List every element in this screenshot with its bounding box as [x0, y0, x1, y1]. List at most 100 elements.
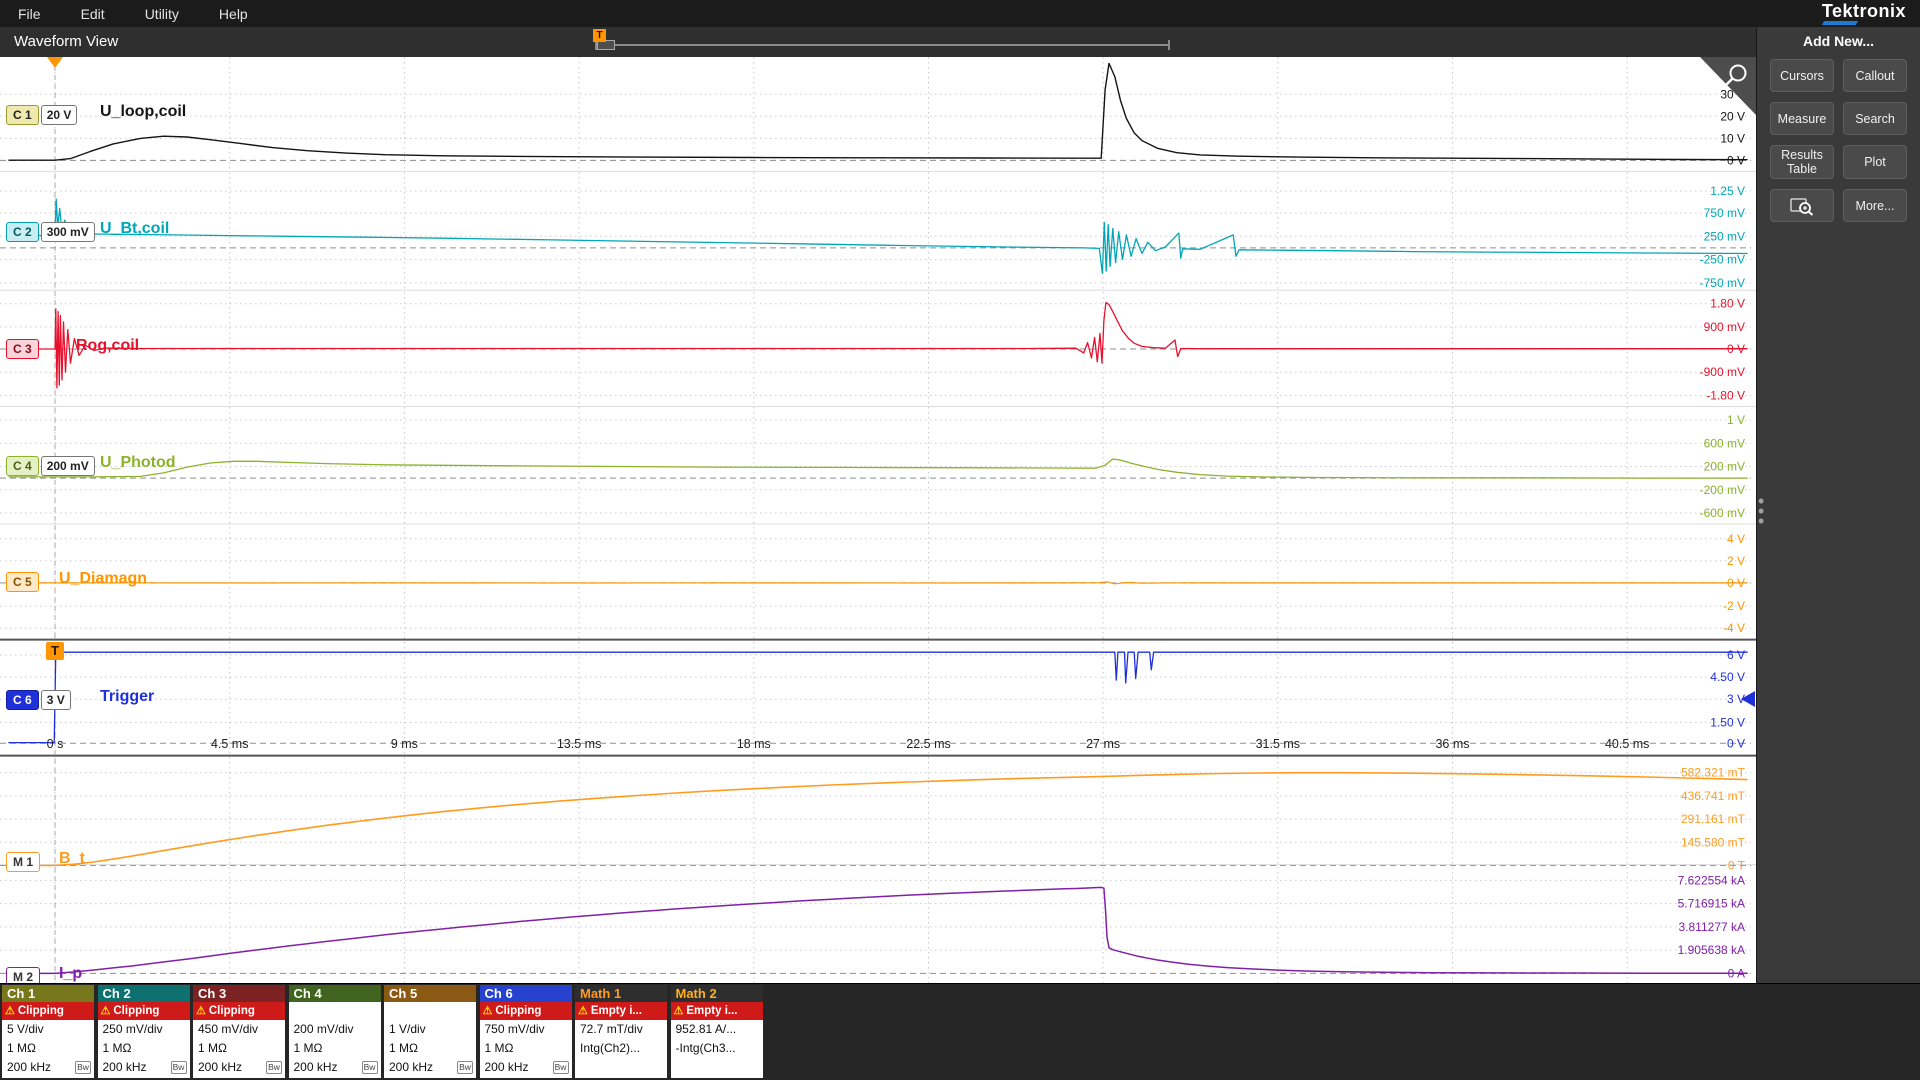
- channel-scale-c-2[interactable]: 300 mV: [41, 222, 95, 242]
- bandwidth-limit-icon: Bw: [362, 1061, 378, 1074]
- waveform-plot-area[interactable]: 30 V20 V10 V0 V1.25 V750 mV250 mV-250 mV…: [0, 57, 1756, 983]
- channel-card-ch-4[interactable]: Ch 4200 mV/div1 MΩ200 kHzBw: [289, 985, 381, 1078]
- scale-label-math1-145-580-mt: 145.580 mT: [1681, 835, 1746, 849]
- channel-chip-c-1[interactable]: C 1: [6, 105, 39, 125]
- channel-card-header-ch-5[interactable]: Ch 5: [384, 985, 476, 1002]
- channel-badge-c-6[interactable]: C 63 V: [6, 689, 71, 711]
- scale-label-math1-291-161-mt: 291.161 mT: [1681, 812, 1746, 826]
- bottombar: Horizontal 4.5 ms/div45 msSR: 1 MS/s1 µs…: [0, 983, 1920, 1080]
- channel-badge-c-2[interactable]: C 2300 mV: [6, 221, 95, 243]
- channel-card-header-math-1[interactable]: Math 1: [575, 985, 667, 1002]
- channel-badge-c-4[interactable]: C 4200 mV: [6, 455, 95, 477]
- channel-warning-empty-ch-5: [384, 1002, 476, 1020]
- waveform-display[interactable]: 30 V20 V10 V0 V1.25 V750 mV250 mV-250 mV…: [0, 57, 1756, 983]
- channel-card-row: 1 MΩ: [98, 1039, 190, 1058]
- channel-card-row: [671, 1058, 763, 1077]
- plot-decor: [47, 57, 1756, 707]
- channel-scale-c-4[interactable]: 200 mV: [41, 456, 95, 476]
- channel-card-row: 200 kHzBw: [480, 1058, 572, 1077]
- channel-chip-c-4[interactable]: C 4: [6, 456, 39, 476]
- menu-item-utility[interactable]: Utility: [145, 6, 205, 22]
- horizontal-position-scrollbar[interactable]: T: [595, 40, 1170, 50]
- tektronix-logo-accent: [1822, 21, 1858, 25]
- callout-button[interactable]: Callout: [1843, 59, 1907, 92]
- channel-warning-math-1: ⚠Empty i...: [575, 1002, 667, 1020]
- scale-label-math1-582-321-mt: 582.321 mT: [1681, 766, 1746, 780]
- channel-card-header-ch-4[interactable]: Ch 4: [289, 985, 381, 1002]
- channel-card-row: 1 MΩ: [384, 1039, 476, 1058]
- channel-badge-c-1[interactable]: C 120 V: [6, 104, 77, 126]
- channel-card-row: 1 MΩ: [289, 1039, 381, 1058]
- channel-card-header-math-2[interactable]: Math 2: [671, 985, 763, 1002]
- axis-labels: 30 V20 V10 V0 V1.25 V750 mV250 mV-250 mV…: [47, 87, 1746, 980]
- channel-warning-ch-2: ⚠Clipping: [98, 1002, 190, 1020]
- scrollbar-track[interactable]: [595, 44, 1170, 46]
- channel-card-row: Intg(Ch2)...: [575, 1039, 667, 1058]
- scale-label-math2-5-716915-ka: 5.716915 kA: [1678, 897, 1745, 911]
- channel-scale-c-1[interactable]: 20 V: [41, 105, 78, 125]
- plot-button[interactable]: Plot: [1843, 145, 1907, 179]
- zoom-tool-button[interactable]: [1770, 189, 1834, 222]
- more-button[interactable]: More...: [1843, 189, 1907, 222]
- scale-label-ch2-750-mv: 750 mV: [1704, 206, 1745, 220]
- search-button[interactable]: Search: [1843, 102, 1907, 135]
- channel-warning-empty-ch-4: [289, 1002, 381, 1020]
- channel-card-row: 200 kHzBw: [384, 1058, 476, 1077]
- menu-item-edit[interactable]: Edit: [81, 6, 131, 22]
- trace-rog-coil: [8, 303, 1747, 388]
- channel-warning-ch-6: ⚠Clipping: [480, 1002, 572, 1020]
- warning-icon: ⚠: [674, 1005, 684, 1017]
- trigger-position-flag[interactable]: T: [593, 29, 606, 42]
- channel-card-row: 200 mV/div: [289, 1020, 381, 1039]
- scale-label-ch6-4-50-v: 4.50 V: [1710, 670, 1745, 684]
- channel-card-header-ch-1[interactable]: Ch 1: [2, 985, 94, 1002]
- channel-chip-m-1[interactable]: M 1: [6, 852, 40, 872]
- trigger-source-marker[interactable]: T: [46, 642, 64, 660]
- channel-card-math-2[interactable]: Math 2⚠Empty i...952.81 A/...-Intg(Ch3..…: [671, 985, 763, 1078]
- time-label-40-5-ms: 40.5 ms: [1605, 737, 1649, 751]
- scale-label-math1-0-t: 0 T: [1728, 859, 1746, 873]
- scale-label-math1-436-741-mt: 436.741 mT: [1681, 789, 1746, 803]
- traces: [8, 63, 1747, 973]
- bandwidth-limit-icon: Bw: [553, 1061, 569, 1074]
- panel-resize-grip[interactable]: [1758, 496, 1764, 526]
- trace-u-diamagn: [8, 582, 1747, 584]
- warning-icon: ⚠: [196, 1005, 206, 1017]
- channel-card-row: 200 kHzBw: [2, 1058, 94, 1077]
- menu-item-file[interactable]: File: [18, 6, 67, 22]
- warning-icon: ⚠: [483, 1005, 493, 1017]
- channel-chip-c-2[interactable]: C 2: [6, 222, 39, 242]
- channel-scale-c-6[interactable]: 3 V: [41, 690, 71, 710]
- channel-card-ch-5[interactable]: Ch 51 V/div1 MΩ200 kHzBw: [384, 985, 476, 1078]
- channel-card-header-ch-6[interactable]: Ch 6: [480, 985, 572, 1002]
- add-new-title: Add New...: [1757, 27, 1920, 59]
- channel-chip-c-6[interactable]: C 6: [6, 690, 39, 710]
- cursors-button[interactable]: Cursors: [1770, 59, 1834, 92]
- channel-card-header-ch-3[interactable]: Ch 3: [193, 985, 285, 1002]
- channel-card-ch-6[interactable]: Ch 6⚠Clipping750 mV/div1 MΩ200 kHzBw: [480, 985, 572, 1078]
- channel-chip-c-3[interactable]: C 3: [6, 339, 39, 359]
- channel-card-ch-1[interactable]: Ch 1⚠Clipping5 V/div1 MΩ200 kHzBw: [2, 985, 94, 1078]
- channel-card-row: 1 MΩ: [480, 1039, 572, 1058]
- channel-badge-c-5[interactable]: C 5: [6, 571, 39, 593]
- sidebar: Add New... Cursors Callout Measure Search Re…: [1756, 27, 1920, 983]
- zoom-corner-control[interactable]: [1700, 57, 1756, 115]
- channel-badge-c-3[interactable]: C 3: [6, 338, 39, 360]
- channel-card-ch-2[interactable]: Ch 2⚠Clipping250 mV/div1 MΩ200 kHzBw: [98, 985, 190, 1078]
- time-label-18-ms: 18 ms: [737, 737, 771, 751]
- menu-item-help[interactable]: Help: [219, 6, 274, 22]
- channel-card-header-ch-2[interactable]: Ch 2: [98, 985, 190, 1002]
- bandwidth-limit-icon: Bw: [171, 1061, 187, 1074]
- scale-label-ch2-1-25-v: 1.25 V: [1710, 184, 1745, 198]
- channel-chip-c-5[interactable]: C 5: [6, 572, 39, 592]
- trace-trigger: [8, 652, 1747, 742]
- channel-card-math-1[interactable]: Math 1⚠Empty i...72.7 mT/divIntg(Ch2)...: [575, 985, 667, 1078]
- time-label-36-ms: 36 ms: [1435, 737, 1469, 751]
- warning-icon: ⚠: [578, 1005, 588, 1017]
- scale-label-ch4-200-mv: -200 mV: [1700, 483, 1745, 497]
- channel-card-ch-3[interactable]: Ch 3⚠Clipping450 mV/div1 MΩ200 kHzBw: [193, 985, 285, 1078]
- results-table-button[interactable]: Results Table: [1770, 145, 1834, 179]
- trigger-position-marker[interactable]: [47, 57, 63, 68]
- measure-button[interactable]: Measure: [1770, 102, 1834, 135]
- channel-badge-m-1[interactable]: M 1: [6, 851, 40, 873]
